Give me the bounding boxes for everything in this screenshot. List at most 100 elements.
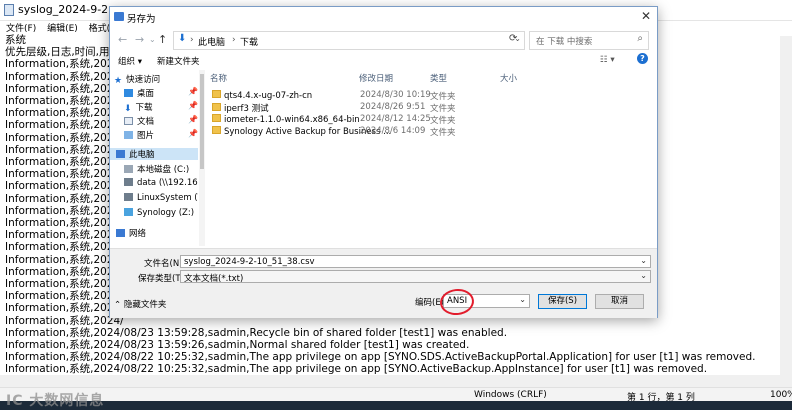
- sidebar-item-label: Synology (Z:): [137, 208, 195, 218]
- notepad-text-line: Information,系统,2024/08/23 13:59:26,sadmi…: [5, 339, 470, 352]
- file-name: qts4.4.x-ug-07-zh-cn: [212, 90, 312, 101]
- network-icon: [116, 229, 125, 237]
- desktop-icon: [124, 89, 133, 97]
- breadcrumb-separator-icon: ›: [190, 35, 194, 45]
- network-drive-icon: [124, 178, 133, 186]
- sidebar-item-label: data (\\192.168.8: [137, 178, 198, 188]
- column-header-size[interactable]: 大小: [500, 72, 517, 84]
- recent-locations-chevron-icon[interactable]: ⌄: [149, 35, 156, 44]
- notepad-vertical-scrollbar[interactable]: [780, 36, 792, 388]
- cancel-button[interactable]: 取消: [595, 294, 644, 309]
- forward-arrow-icon[interactable]: →: [135, 33, 144, 46]
- save-type-select[interactable]: 文本文档(*.txt) ⌄: [180, 270, 651, 284]
- folder-icon: [212, 90, 221, 98]
- picture-icon: [124, 131, 133, 139]
- sidebar-item-synology-drive[interactable]: Synology (Z:): [124, 208, 198, 220]
- sidebar-item-documents[interactable]: 文档 📌: [124, 115, 198, 127]
- new-folder-button[interactable]: 新建文件夹: [157, 55, 200, 67]
- breadcrumb-downloads[interactable]: 下载: [240, 35, 258, 48]
- download-icon: ⬇: [124, 104, 132, 114]
- sidebar-item-quick-access[interactable]: ★ 快速访问: [114, 73, 198, 86]
- star-icon: ★: [114, 76, 123, 86]
- notepad-icon: [4, 4, 14, 16]
- sidebar-item-linuxsystem-drive[interactable]: LinuxSystem (\\19: [124, 193, 198, 205]
- file-date: 2024/8/26 9:51: [360, 102, 426, 112]
- notepad-text-line: Information,系统,2024/08/23 13:59:28,sadmi…: [5, 326, 508, 339]
- notepad-text-line: Information,系统,2024/08/22 10:25:32,sadmi…: [5, 351, 756, 364]
- line-ending-status: Windows (CRLF): [474, 390, 547, 400]
- sidebar-item-label: 快速访问: [126, 75, 161, 85]
- encoding-dropdown-icon[interactable]: ⌄: [519, 295, 526, 304]
- menu-edit[interactable]: 编辑(E): [47, 21, 78, 34]
- hide-folders-toggle[interactable]: ⌃ 隐藏文件夹: [114, 298, 166, 310]
- sidebar-item-data-drive[interactable]: data (\\192.168.8: [124, 178, 198, 190]
- sidebar-item-label: 图片: [137, 131, 155, 141]
- file-row[interactable]: iperf3 测试 2024/8/26 9:51 文件夹: [208, 102, 648, 114]
- filename-dropdown-icon[interactable]: ⌄: [640, 256, 647, 265]
- folder-icon: [212, 103, 221, 111]
- folder-icon: [212, 126, 221, 134]
- save-dialog-icon: [114, 12, 124, 21]
- column-header-name[interactable]: 名称: [210, 72, 227, 84]
- save-button[interactable]: 保存(S): [538, 294, 587, 309]
- save-type-dropdown-icon[interactable]: ⌄: [640, 271, 647, 280]
- sidebar-item-label: 文档: [137, 117, 155, 127]
- file-type: 文件夹: [430, 104, 456, 114]
- up-arrow-icon[interactable]: ↑: [158, 33, 167, 46]
- file-name-text: iometer-1.1.0-win64.x86_64-bin: [224, 115, 360, 125]
- scrollbar-thumb[interactable]: [200, 74, 204, 169]
- address-bar[interactable]: ⬇ › 此电脑 › 下载 ⌄: [173, 31, 525, 50]
- save-options-panel: 文件名(N): syslog_2024-9-2-10_51_38.csv ⌄ 保…: [110, 248, 657, 318]
- help-icon[interactable]: ?: [637, 53, 648, 64]
- back-arrow-icon[interactable]: ←: [118, 33, 127, 46]
- menu-file[interactable]: 文件(F): [6, 21, 36, 34]
- save-type-value: 文本文档(*.txt): [184, 274, 244, 284]
- hide-folders-label: 隐藏文件夹: [123, 300, 167, 310]
- file-name-text: qts4.4.x-ug-07-zh-cn: [224, 91, 313, 101]
- filename-value: syslog_2024-9-2-10_51_38.csv: [184, 257, 315, 267]
- dialog-toolbar: 组织 ▾ 新建文件夹 ☷ ▾ ?: [110, 53, 657, 70]
- navigation-pane-scrollbar[interactable]: [199, 70, 205, 246]
- dialog-title: 另存为: [127, 14, 156, 25]
- close-icon[interactable]: ✕: [641, 9, 651, 23]
- pin-icon: 📌: [188, 101, 198, 110]
- dialog-title-bar: 另存为 ✕: [110, 7, 657, 27]
- file-row[interactable]: qts4.4.x-ug-07-zh-cn 2024/8/30 10:19 文件夹: [208, 90, 648, 102]
- notepad-window-title: syslog_2024-9-2-10_51_38: [18, 3, 108, 16]
- sidebar-item-label: LinuxSystem (\\19: [137, 193, 198, 203]
- document-icon: [124, 117, 133, 125]
- file-type: 文件夹: [430, 92, 456, 102]
- organize-button[interactable]: 组织 ▾: [118, 55, 142, 67]
- search-placeholder: 在 下载 中搜索: [536, 37, 593, 47]
- sidebar-item-label: 网络: [129, 229, 147, 239]
- column-header-date[interactable]: 修改日期: [359, 72, 393, 84]
- taskbar: [0, 401, 792, 410]
- search-box[interactable]: 在 下载 中搜索 ⌕: [529, 31, 649, 50]
- file-row[interactable]: iometer-1.1.0-win64.x86_64-bin 2024/8/12…: [208, 114, 648, 126]
- sidebar-item-this-pc[interactable]: 此电脑: [110, 148, 198, 160]
- breadcrumb-this-pc[interactable]: 此电脑: [198, 35, 225, 48]
- view-options-icon[interactable]: ☷ ▾: [600, 55, 615, 65]
- file-type: 文件夹: [430, 116, 456, 126]
- synology-drive-icon: [124, 208, 133, 216]
- sidebar-item-label: 本地磁盘 (C:): [137, 165, 190, 175]
- computer-icon: [116, 150, 125, 158]
- notepad-horizontal-scrollbar[interactable]: [0, 375, 780, 387]
- file-row[interactable]: Synology Active Backup for Business ... …: [208, 126, 648, 138]
- sidebar-item-label: 桌面: [137, 89, 155, 99]
- sidebar-item-local-disk[interactable]: 本地磁盘 (C:): [124, 163, 198, 175]
- computer-location-icon: ⬇: [178, 33, 187, 44]
- file-name: iperf3 测试: [212, 102, 269, 114]
- navigation-bar: ← → ⌄ ↑ ⬇ › 此电脑 › 下载 ⌄ ⟳ 在 下载 中搜索 ⌕: [110, 27, 657, 53]
- pin-icon: 📌: [188, 115, 198, 124]
- sidebar-item-network[interactable]: 网络: [116, 227, 196, 239]
- save-as-dialog: 另存为 ✕ ← → ⌄ ↑ ⬇ › 此电脑 › 下载 ⌄ ⟳ 在 下载 中搜索 …: [109, 6, 658, 318]
- sidebar-item-pictures[interactable]: 图片 📌: [124, 129, 198, 141]
- sidebar-item-desktop[interactable]: 桌面 📌: [124, 87, 198, 99]
- sidebar-item-downloads[interactable]: ⬇ 下载 📌: [124, 101, 198, 114]
- file-type: 文件夹: [430, 128, 456, 138]
- column-header-type[interactable]: 类型: [430, 72, 447, 84]
- filename-input[interactable]: syslog_2024-9-2-10_51_38.csv ⌄: [180, 255, 651, 268]
- refresh-icon[interactable]: ⟳: [509, 33, 517, 44]
- search-icon: ⌕: [637, 33, 643, 44]
